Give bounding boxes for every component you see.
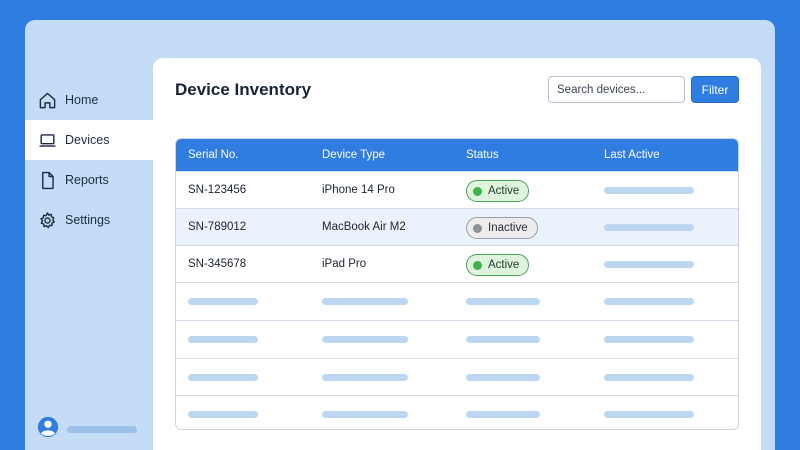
user-profile[interactable] <box>37 416 137 443</box>
search-input[interactable] <box>548 76 685 103</box>
status-label: Active <box>488 185 520 197</box>
cell-placeholder <box>322 374 408 381</box>
cell-placeholder <box>466 411 540 418</box>
cell-placeholder <box>322 411 408 418</box>
status-dot-icon <box>473 260 482 270</box>
page-title: Device Inventory <box>175 80 312 99</box>
serial-cell: SN-345678 <box>188 258 247 270</box>
main-content: Device Inventory Filter Serial No. Devic… <box>153 58 761 450</box>
sidebar-item-home[interactable]: Home <box>25 80 153 120</box>
cell-placeholder <box>604 411 694 418</box>
device-table: Serial No. Device Type Status Last Activ… <box>175 138 739 430</box>
user-avatar-icon <box>37 416 59 443</box>
cell-placeholder <box>466 336 540 343</box>
sidebar-item-settings[interactable]: Settings <box>25 200 153 240</box>
column-header-status[interactable]: Status <box>466 139 499 171</box>
table-row[interactable]: SN-345678 iPad Pro Active <box>176 245 738 282</box>
sidebar: Home Devices Reports Settings <box>25 20 153 450</box>
table-row-placeholder <box>176 282 738 319</box>
filter-button[interactable]: Filter <box>691 76 739 103</box>
last-active-placeholder <box>604 224 694 231</box>
status-dot-icon <box>473 223 482 233</box>
sidebar-item-label: Devices <box>65 133 110 147</box>
document-icon <box>37 170 57 190</box>
cell-placeholder <box>604 298 694 305</box>
column-header-last-active[interactable]: Last Active <box>604 139 660 171</box>
device-type-cell: iPad Pro <box>322 258 367 270</box>
status-badge: Active <box>466 180 530 202</box>
user-name-placeholder <box>67 426 137 433</box>
cell-placeholder <box>322 336 408 343</box>
table-row-placeholder <box>176 395 738 429</box>
serial-cell: SN-123456 <box>188 184 247 196</box>
sidebar-item-label: Home <box>65 93 99 107</box>
laptop-icon <box>37 130 57 150</box>
table-row-placeholder <box>176 320 738 357</box>
cell-placeholder <box>188 336 258 343</box>
table-row[interactable]: SN-789012 MacBook Air M2 Inactive <box>176 208 738 245</box>
gear-icon <box>37 210 57 230</box>
serial-cell: SN-789012 <box>188 221 247 233</box>
cell-placeholder <box>188 374 258 381</box>
cell-placeholder <box>604 336 694 343</box>
sidebar-item-reports[interactable]: Reports <box>25 160 153 200</box>
device-type-cell: iPhone 14 Pro <box>322 184 395 196</box>
status-badge: Inactive <box>466 217 538 239</box>
status-badge: Active <box>466 254 530 276</box>
cell-placeholder <box>604 374 694 381</box>
last-active-placeholder <box>604 261 694 268</box>
status-label: Inactive <box>488 222 528 234</box>
table-row-placeholder <box>176 358 738 395</box>
status-label: Active <box>488 259 520 271</box>
sidebar-item-devices[interactable]: Devices <box>25 120 153 160</box>
table-header: Serial No. Device Type Status Last Activ… <box>176 139 738 171</box>
sidebar-item-label: Settings <box>65 213 111 227</box>
device-type-cell: MacBook Air M2 <box>322 221 406 233</box>
table-row[interactable]: SN-123456 iPhone 14 Pro Active <box>176 171 738 208</box>
home-icon <box>37 90 57 110</box>
cell-placeholder <box>466 298 540 305</box>
cell-placeholder <box>188 298 258 305</box>
app-window: Home Devices Reports Settings Device Inv… <box>25 20 775 450</box>
last-active-placeholder <box>604 187 694 194</box>
column-header-serial[interactable]: Serial No. <box>188 139 239 171</box>
cell-placeholder <box>188 411 258 418</box>
column-header-device-type[interactable]: Device Type <box>322 139 385 171</box>
status-dot-icon <box>473 186 482 196</box>
sidebar-item-label: Reports <box>65 173 109 187</box>
cell-placeholder <box>322 298 408 305</box>
cell-placeholder <box>466 374 540 381</box>
